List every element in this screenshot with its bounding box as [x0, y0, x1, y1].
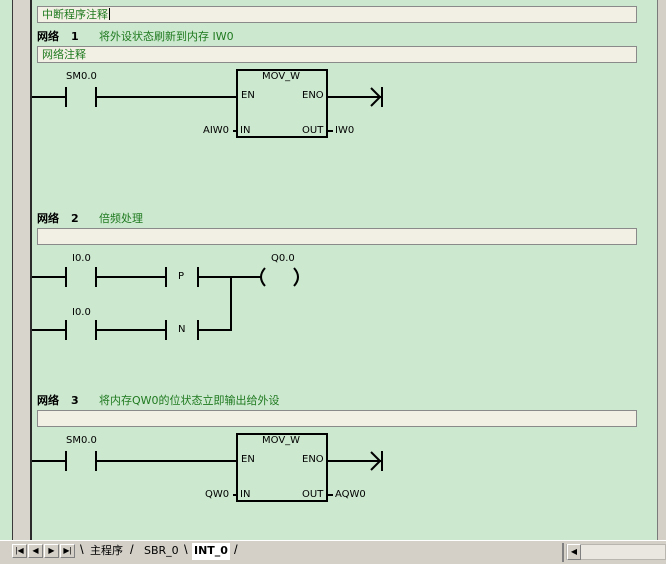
network-1-mov-box: [236, 69, 328, 138]
tab-bar: |◀ ◀ ▶ ▶| \ 主程序 / SBR_0 \ INT_0 / ◀: [0, 540, 666, 564]
last-tab-button[interactable]: ▶|: [60, 544, 75, 558]
network-2-coil-left: [260, 267, 266, 287]
splitter[interactable]: [562, 543, 564, 562]
network-3-rung[interactable]: [32, 433, 383, 502]
network-3-mov-box: [236, 433, 328, 502]
tab-separator: /: [130, 542, 134, 557]
scroll-left-icon: ◀: [570, 547, 578, 556]
tab-int-0[interactable]: INT_0: [192, 543, 230, 560]
tab-separator: \: [80, 542, 84, 557]
first-tab-button[interactable]: |◀: [12, 544, 27, 558]
network-2-rung[interactable]: [32, 267, 299, 340]
tab-separator: \: [184, 542, 188, 557]
tab-separator: /: [234, 542, 238, 557]
ladder-diagram: [32, 69, 383, 502]
network-1-rung[interactable]: [32, 69, 383, 138]
prev-icon: ◀: [32, 546, 39, 555]
tab-main-program[interactable]: 主程序: [88, 543, 125, 560]
tab-sbr-0[interactable]: SBR_0: [142, 543, 181, 560]
scroll-left-button[interactable]: ◀: [567, 544, 581, 560]
horizontal-scrollbar[interactable]: [566, 544, 666, 560]
prev-tab-button[interactable]: ◀: [28, 544, 43, 558]
last-icon: ▶|: [63, 546, 72, 555]
next-tab-button[interactable]: ▶: [44, 544, 59, 558]
network-2-coil-right: [293, 267, 299, 287]
next-icon: ▶: [48, 546, 55, 555]
first-icon: |◀: [15, 546, 24, 555]
